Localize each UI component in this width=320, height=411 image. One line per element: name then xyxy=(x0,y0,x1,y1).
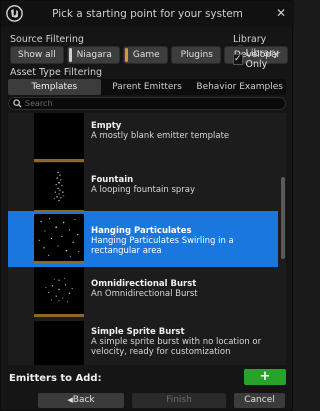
omnidirectional-burst-thumbnail xyxy=(34,267,84,317)
library-only-checkbox[interactable]: ✓ xyxy=(233,53,243,65)
list-item-simple-sprite-burst[interactable]: Simple Sprite Burst A simple sprite burs… xyxy=(8,318,278,365)
fountain-thumbnail xyxy=(34,163,84,213)
item-title: Simple Sprite Burst xyxy=(91,327,185,337)
finish-button[interactable]: Finish xyxy=(132,393,226,408)
item-title: Hanging Particulates xyxy=(91,226,192,236)
show-all-button[interactable]: Show all xyxy=(10,46,64,64)
item-description: A mostly blank emitter template xyxy=(91,131,230,141)
niagara-label: Niagara xyxy=(76,50,112,60)
list-item-fountain[interactable]: Fountain A looping fountain spray xyxy=(8,160,278,216)
niagara-system-wizard: Pick a starting point for your system ✕ … xyxy=(0,0,294,411)
library-only-label: Library Only xyxy=(245,48,279,70)
game-source-toggle[interactable]: Game xyxy=(122,46,168,64)
add-emitter-button[interactable]: + xyxy=(244,369,286,385)
list-item-empty[interactable]: Empty A mostly blank emitter template xyxy=(8,113,278,165)
tab-behavior-examples[interactable]: Behavior Examples xyxy=(193,79,286,95)
plugins-label: Plugins xyxy=(180,50,213,60)
item-title: Empty xyxy=(91,121,122,131)
tab-parent-emitters[interactable]: Parent Emitters xyxy=(101,79,194,95)
simple-sprite-burst-thumbnail xyxy=(34,321,84,365)
game-label: Game xyxy=(132,50,160,60)
list-item-omnidirectional-burst[interactable]: Omnidirectional Burst An Omnidirectional… xyxy=(8,264,278,320)
title-bar: Pick a starting point for your system ✕ xyxy=(1,1,294,27)
asset-type-filtering-label: Asset Type Filtering xyxy=(10,67,103,78)
close-icon[interactable]: ✕ xyxy=(274,6,288,20)
window-title: Pick a starting point for your system xyxy=(52,8,243,20)
search-input[interactable] xyxy=(25,98,275,109)
item-description: A looping fountain spray xyxy=(91,185,196,195)
show-all-label: Show all xyxy=(18,50,56,60)
list-scrollbar[interactable] xyxy=(280,113,286,365)
hanging-particulates-thumbnail xyxy=(34,214,84,264)
item-title: Omnidirectional Burst xyxy=(91,279,197,289)
asset-type-tabs: Templates Parent Emitters Behavior Examp… xyxy=(8,79,286,95)
search-icon xyxy=(13,99,22,108)
library-only-toggle[interactable]: ✓ Library Only xyxy=(233,48,292,70)
item-description: An Omnidirectional Burst xyxy=(91,289,198,299)
plugins-source-toggle[interactable]: Plugins xyxy=(170,46,221,64)
item-description: A simple sprite burst with no location o… xyxy=(91,337,262,357)
tab-templates[interactable]: Templates xyxy=(8,79,101,95)
niagara-source-toggle[interactable]: Niagara xyxy=(66,46,120,64)
empty-thumbnail xyxy=(34,113,84,162)
niagara-color-bar xyxy=(68,48,72,62)
item-title: Fountain xyxy=(91,175,134,185)
search-box[interactable] xyxy=(8,97,286,110)
back-button[interactable]: ◀Back xyxy=(38,393,124,408)
back-label: Back xyxy=(72,395,95,405)
game-color-bar xyxy=(124,48,128,62)
item-description: Hanging Particulates Swirling in a recta… xyxy=(91,236,234,256)
scrollbar-thumb[interactable] xyxy=(281,177,285,259)
list-item-hanging-particulates[interactable]: Hanging Particulates Hanging Particulate… xyxy=(8,211,278,267)
emitters-to-add-label: Emitters to Add: xyxy=(9,373,102,384)
cancel-button[interactable]: Cancel xyxy=(234,393,285,408)
template-list: Empty A mostly blank emitter template Fo… xyxy=(8,113,286,365)
source-filtering-label: Source Filtering xyxy=(10,34,84,45)
